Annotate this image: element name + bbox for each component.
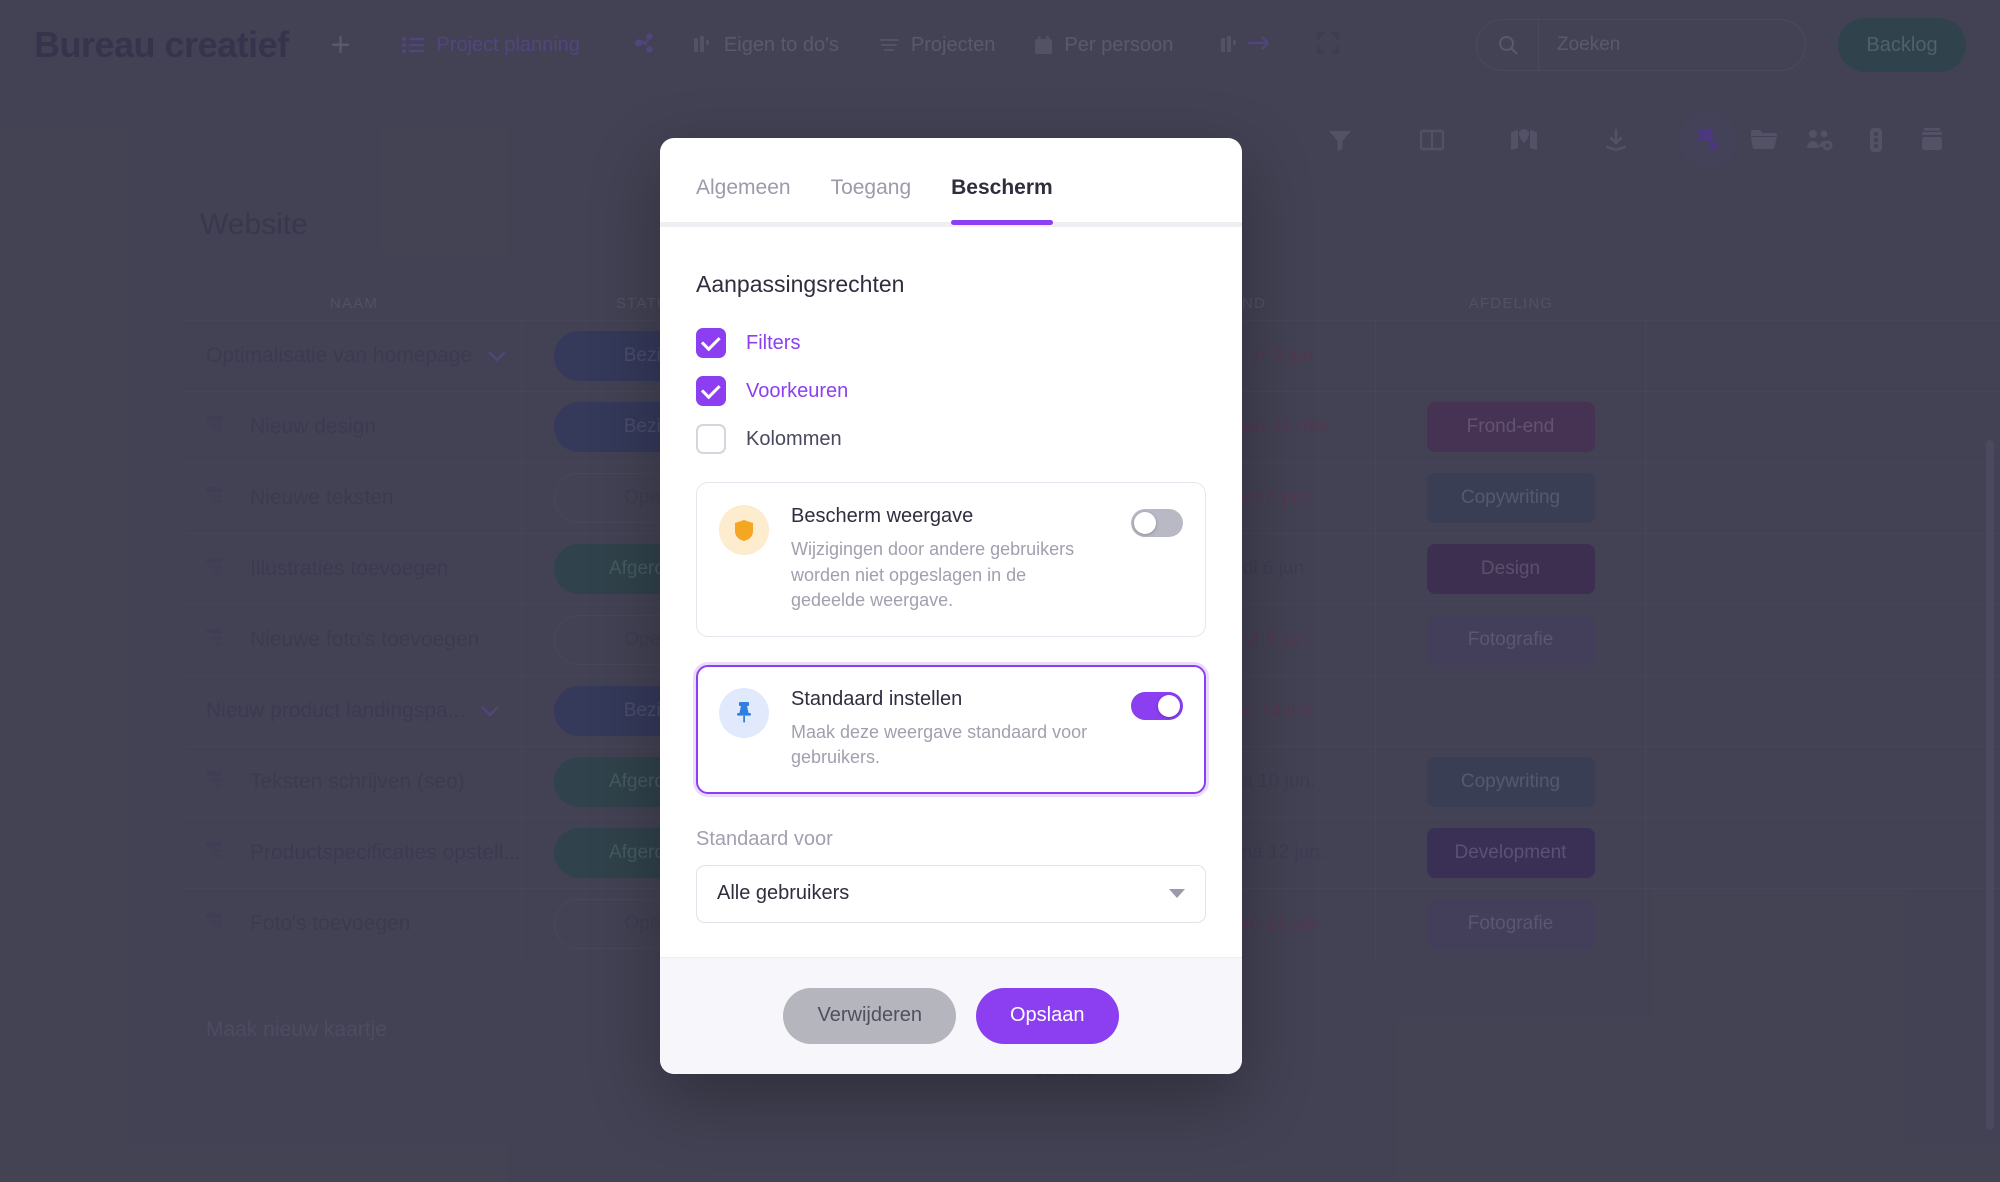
checkbox-label-voorkeuren: Voorkeuren [746,379,849,402]
chevron-down-icon [1169,886,1185,901]
toggle-knob [1158,694,1180,717]
option-card-title: Standaard instellen [791,687,963,710]
toggle-knob [1134,512,1156,534]
option-card-description: Wijzigingen door andere gebruikers worde… [791,539,1075,611]
tab-toegang[interactable]: Toegang [831,176,912,222]
toggle-standaard-instellen[interactable] [1131,691,1183,720]
view-settings-modal: Algemeen Toegang Bescherm Aanpassingsrec… [660,138,1242,1074]
section-title-aanpassingsrechten: Aanpassingsrechten [696,271,905,297]
shield-icon [719,505,769,555]
toggle-bescherm-weergave[interactable] [1131,509,1183,537]
option-card-standaard-instellen[interactable]: Standaard instellen Maak deze weergave s… [696,664,1206,794]
tab-bescherm[interactable]: Bescherm [951,176,1053,225]
tab-algemeen[interactable]: Algemeen [696,176,791,222]
option-card-description: Maak deze weergave standaard voor gebrui… [791,721,1088,768]
checkbox-row-kolommen[interactable]: Kolommen [696,424,1206,454]
modal-tab-bar: Algemeen Toegang Bescherm [660,138,1242,225]
save-button[interactable]: Opslaan [976,987,1119,1044]
checkbox-label-filters: Filters [746,331,801,354]
checkbox-filters[interactable] [696,328,726,358]
modal-body: Aanpassingsrechten Filters Voorkeuren Ko… [660,227,1242,957]
checkbox-voorkeuren[interactable] [696,376,726,406]
pin-icon [719,687,769,738]
field-label-standaard-voor: Standaard voor [696,827,833,850]
checkbox-label-kolommen: Kolommen [746,427,842,450]
option-card-text: Bescherm weergave Wijzigingen door ander… [791,505,1109,614]
option-card-text: Standaard instellen Maak deze weergave s… [791,688,1109,771]
option-card-title: Bescherm weergave [791,505,974,527]
modal-footer: Verwijderen Opslaan [660,956,1242,1074]
standaard-voor-select[interactable]: Alle gebruikers [696,864,1206,923]
select-value: Alle gebruikers [717,882,850,905]
checkbox-kolommen[interactable] [696,424,726,454]
delete-button[interactable]: Verwijderen [783,987,956,1044]
checkbox-row-voorkeuren[interactable]: Voorkeuren [696,376,1206,406]
option-card-bescherm-weergave[interactable]: Bescherm weergave Wijzigingen door ander… [696,482,1206,637]
checkbox-row-filters[interactable]: Filters [696,328,1206,358]
app-root: Bureau creatief + Project planning [0,0,2000,1182]
